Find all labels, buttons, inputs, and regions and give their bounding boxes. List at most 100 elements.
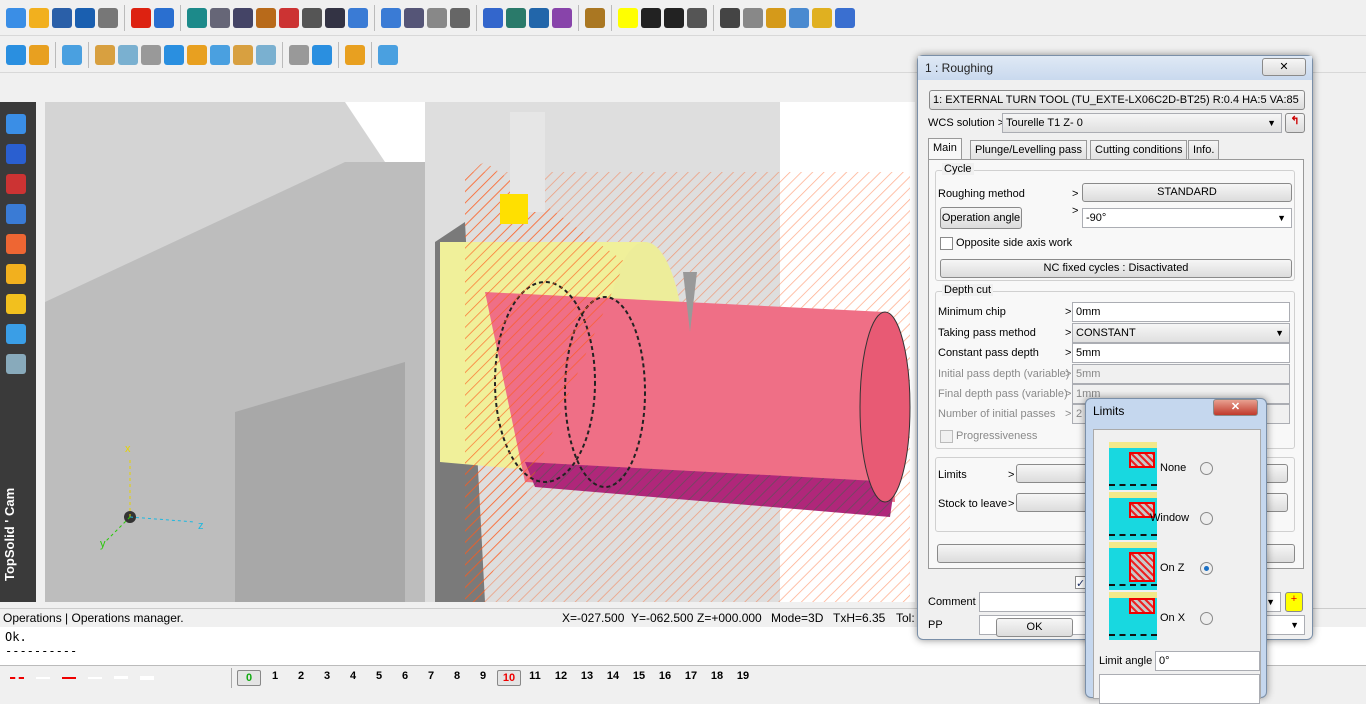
layer-16[interactable]: 16 [652,670,678,686]
depth-row-value[interactable]: 5mm [1072,343,1290,364]
target-icon[interactable] [289,44,309,65]
hatch-icon[interactable] [687,7,707,28]
dot-icon[interactable] [641,7,661,28]
fit-icon[interactable] [506,7,526,28]
limit-element-list[interactable] [1099,674,1260,704]
layer-13[interactable]: 13 [574,670,600,686]
tab-main[interactable]: Main [928,138,962,160]
zoom-in-icon[interactable] [483,7,503,28]
delete-icon[interactable] [131,7,151,28]
close-button[interactable]: ✕ [1213,399,1258,416]
info-icon[interactable] [75,7,95,28]
tool2-icon[interactable] [118,44,138,65]
layer-4[interactable]: 4 [340,670,366,686]
tool4-icon[interactable] [164,44,184,65]
layer-12[interactable]: 12 [548,670,574,686]
chart-icon[interactable] [766,7,786,28]
operation-angle-button[interactable]: Operation angle [940,207,1022,229]
layer-9[interactable]: 9 [470,670,496,686]
tool8-icon[interactable] [256,44,276,65]
tool7-icon[interactable] [233,44,253,65]
clock-icon[interactable] [302,7,322,28]
layer-5[interactable]: 5 [366,670,392,686]
limit-option-radio[interactable] [1200,512,1213,525]
layer-18[interactable]: 18 [704,670,730,686]
layer-6[interactable]: 6 [392,670,418,686]
operation-angle-select[interactable]: -90° [1082,208,1292,228]
tab-info[interactable]: Info. [1188,140,1220,160]
tool1-icon[interactable] [95,44,115,65]
view-icon[interactable] [552,7,572,28]
opposite-side-checkbox[interactable] [940,237,953,250]
tool-button[interactable]: 1: EXTERNAL TURN TOOL (TU_EXTE-LX06C2D-B… [929,90,1305,110]
light-icon[interactable] [812,7,832,28]
depth-row-value[interactable]: CONSTANT [1072,322,1290,343]
tab-plunge[interactable]: Plunge/Levelling pass [970,140,1088,160]
ok-button[interactable]: OK [996,618,1073,637]
export-icon[interactable] [529,7,549,28]
layer-7[interactable]: 7 [418,670,444,686]
limit-option-radio[interactable] [1200,462,1213,475]
figure-icon[interactable] [835,7,855,28]
wcs-select[interactable]: Tourelle T1 Z- 0 [1002,113,1282,133]
3d-viewport[interactable]: x y z [45,102,915,602]
gear-icon[interactable] [743,7,763,28]
new-icon[interactable] [6,7,26,28]
open-icon[interactable] [29,7,49,28]
simulation-icon[interactable] [6,354,26,374]
layer-1[interactable]: 1 [262,670,288,686]
folder-icon[interactable] [6,294,26,314]
layer-19[interactable]: 19 [730,670,756,686]
line-style-selector[interactable] [0,667,232,688]
close-button[interactable]: ✕ [1262,58,1306,76]
text-icon[interactable] [450,7,470,28]
zoom-icon[interactable] [210,7,230,28]
tab-cutting-conditions[interactable]: Cutting conditions [1090,140,1188,160]
roughing-method-button[interactable]: STANDARD [1082,183,1292,202]
hook-icon[interactable] [427,7,447,28]
layer-3[interactable]: 3 [314,670,340,686]
layer-icon[interactable] [585,7,605,28]
color-swatch-icon[interactable] [618,7,638,28]
fixture-icon[interactable] [6,264,26,284]
settings-icon[interactable] [233,7,253,28]
add-comment-icon[interactable]: + [1285,592,1303,612]
cam-icon[interactable] [720,7,740,28]
tool3-icon[interactable] [141,44,161,65]
layer-8[interactable]: 8 [444,670,470,686]
book-icon[interactable] [6,324,26,344]
nc-fixed-cycles-button[interactable]: NC fixed cycles : Disactivated [940,259,1292,278]
line-icon[interactable] [664,7,684,28]
bars-icon[interactable] [404,7,424,28]
print-icon[interactable] [98,7,118,28]
assembly-icon[interactable] [6,204,26,224]
wcs-pick-icon[interactable]: ↰ [1285,113,1305,133]
tool-icon[interactable] [279,7,299,28]
progressiveness-checkbox[interactable] [940,430,953,443]
cross-icon[interactable] [381,7,401,28]
shape-icon[interactable] [62,44,82,65]
machine-icon[interactable] [312,44,332,65]
measure-icon[interactable] [256,7,276,28]
layer-11[interactable]: 11 [522,670,548,686]
nc-icon[interactable] [345,44,365,65]
layer-17[interactable]: 17 [678,670,704,686]
cut-icon[interactable] [325,7,345,28]
undo-icon[interactable] [154,7,174,28]
stock-icon[interactable] [29,44,49,65]
limit-option-radio[interactable] [1200,612,1213,625]
surface-icon[interactable] [6,174,26,194]
cam-operation-icon[interactable] [6,234,26,254]
layer-10[interactable]: 10 [497,669,521,686]
cube-icon[interactable] [6,144,26,164]
layer-2[interactable]: 2 [288,670,314,686]
depth-row-value[interactable]: 0mm [1072,302,1290,322]
doc-icon[interactable] [789,7,809,28]
tool6-icon[interactable] [210,44,230,65]
part-icon[interactable] [6,44,26,65]
layer-0[interactable]: 0 [237,669,261,686]
layer-14[interactable]: 14 [600,670,626,686]
limit-angle-input[interactable]: 0° [1155,651,1260,671]
tool5-icon[interactable] [187,44,207,65]
refresh-icon[interactable] [187,7,207,28]
